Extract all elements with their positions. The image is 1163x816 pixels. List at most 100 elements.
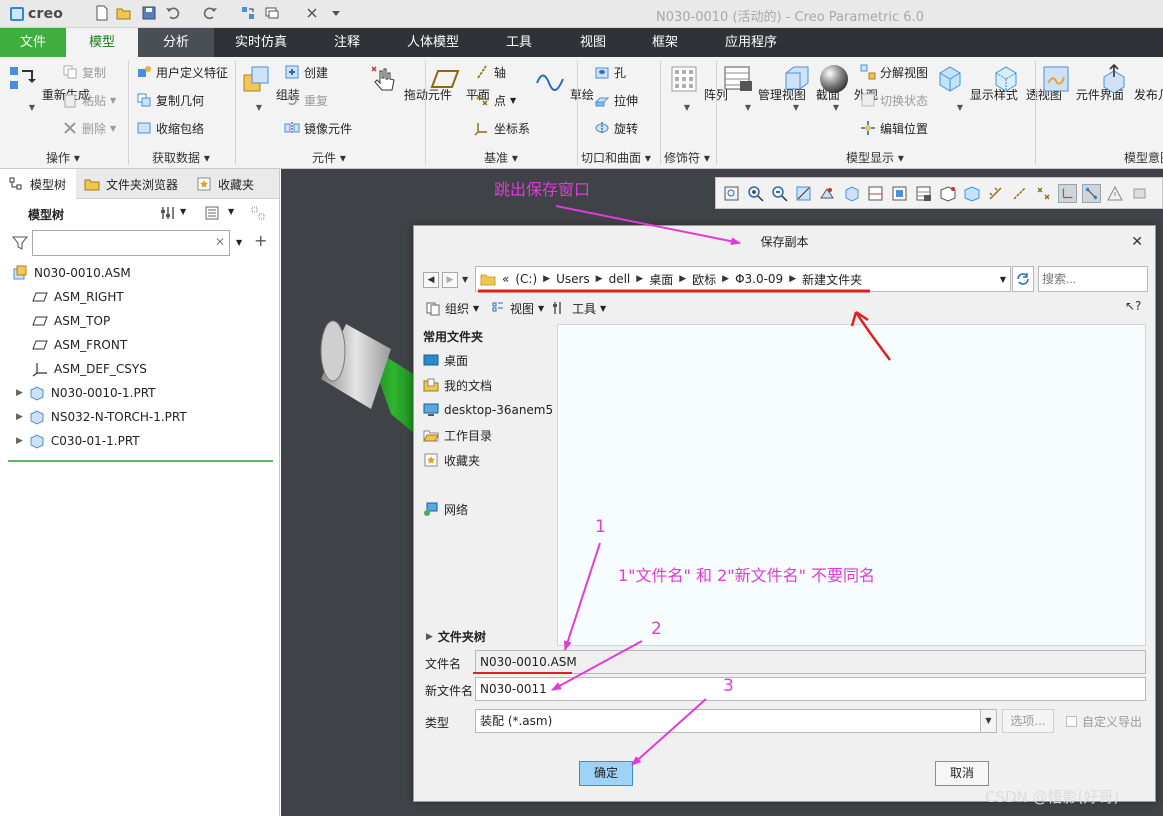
annotation-display-icon[interactable]	[1082, 183, 1101, 203]
manage-views-dropdown-icon[interactable]: ▼	[722, 103, 774, 113]
breadcrumb-chevron-icon[interactable]: ▶	[789, 274, 796, 284]
save-icon[interactable]	[141, 5, 157, 21]
folder-tree-toggle[interactable]: ▶ 文件夹树	[426, 628, 486, 645]
breadcrumb-chevron-icon[interactable]: ▶	[636, 274, 643, 284]
shaded-cube-icon[interactable]	[962, 184, 981, 203]
tree-item-csys[interactable]: ASM_DEF_CSYS	[32, 359, 147, 379]
tree-columns-icon[interactable]	[204, 205, 220, 221]
address-bar[interactable]: « (C:) ▶ Users ▶ dell ▶ 桌面 ▶ 欧标 ▶ Φ3.0-0…	[475, 266, 1011, 292]
edit-position-button[interactable]: 编辑位置	[860, 119, 928, 137]
clear-filter-icon[interactable]: ✕	[215, 235, 225, 249]
section-dropdown-icon[interactable]: ▼	[780, 103, 812, 113]
nav-item-desktop[interactable]: 桌面	[423, 350, 468, 370]
tab-favorites[interactable]: 收藏夹	[188, 169, 268, 199]
tree-item-datum-plane[interactable]: ASM_RIGHT	[32, 287, 124, 307]
group-component-label[interactable]: 元件 ▾	[312, 149, 346, 166]
publish-geometry-button[interactable]: 发布几何	[1098, 63, 1163, 103]
group-datum-label[interactable]: 基准 ▾	[484, 149, 518, 166]
section-button[interactable]: 截面 ▼	[780, 63, 840, 113]
display-style-icon[interactable]	[890, 184, 909, 203]
breadcrumb-item[interactable]: Φ3.0-09	[735, 272, 783, 286]
breadcrumb-item[interactable]: Users	[556, 272, 590, 286]
tree-item-part[interactable]: ▶ NS032-N-TORCH-1.PRT	[16, 407, 187, 427]
sketch-button[interactable]: 草绘	[534, 63, 594, 103]
breadcrumb-item[interactable]: dell	[609, 272, 631, 286]
breadcrumb-chevron-icon[interactable]: ▶	[722, 274, 729, 284]
assemble-button[interactable]: 组装 ▼	[240, 63, 300, 113]
datum-display-icon[interactable]	[986, 184, 1005, 203]
tab-framework[interactable]: 框架	[628, 28, 702, 57]
group-get-data-label[interactable]: 获取数据 ▾	[152, 149, 210, 166]
undo-icon[interactable]	[165, 5, 181, 21]
tree-item-part[interactable]: ▶ C030-01-1.PRT	[16, 431, 140, 451]
tab-analysis[interactable]: 分析	[138, 28, 214, 57]
history-dropdown-icon[interactable]: ▼	[462, 275, 468, 284]
tab-annotate[interactable]: 注释	[308, 28, 386, 57]
mirror-component-button[interactable]: 镜像元件	[284, 119, 352, 137]
custom-export-checkbox[interactable]: 自定义导出	[1066, 713, 1142, 730]
more-tools-icon[interactable]	[1130, 184, 1149, 203]
search-input[interactable]	[1038, 266, 1148, 292]
extrude-button[interactable]: 拉伸	[594, 91, 638, 109]
tab-model[interactable]: 模型	[66, 28, 138, 57]
nav-item-favorites[interactable]: 收藏夹	[423, 450, 480, 470]
csys-button[interactable]: 坐标系	[474, 119, 530, 137]
copy-geometry-button[interactable]: 复制几何	[136, 91, 204, 109]
breadcrumb-chevron-icon[interactable]: ▶	[543, 274, 550, 284]
nav-item-my-documents[interactable]: 我的文档	[423, 375, 492, 395]
perspective-icon[interactable]	[938, 184, 957, 203]
group-cut-surface-label[interactable]: 切口和曲面 ▾	[581, 149, 651, 166]
explode-view-button[interactable]: 分解视图	[860, 63, 928, 81]
address-dropdown-icon[interactable]: ▼	[1000, 275, 1006, 284]
breadcrumb-chevron-icon[interactable]: ▶	[596, 274, 603, 284]
tab-view[interactable]: 视图	[558, 28, 628, 57]
repaint-icon[interactable]	[794, 184, 813, 203]
tab-folder-browser[interactable]: 文件夹浏览器	[76, 169, 188, 199]
breadcrumb-chevron-icon[interactable]: ▶	[679, 274, 686, 284]
pattern-button[interactable]: 阵列 ▼	[668, 63, 728, 113]
hole-button[interactable]: 孔	[594, 63, 626, 81]
paste-button[interactable]: 粘贴 ▼	[62, 91, 116, 109]
appearance-button[interactable]: 外观 ▼	[818, 63, 878, 113]
expand-arrow-icon[interactable]: ▶	[16, 388, 23, 398]
point-button[interactable]: 点 ▼	[474, 91, 516, 109]
pattern-dropdown-icon[interactable]: ▼	[668, 103, 706, 113]
breadcrumb-overflow[interactable]: «	[502, 272, 509, 286]
windows-icon[interactable]	[264, 5, 280, 21]
tree-filter-options-icon[interactable]	[250, 205, 266, 221]
repeat-button[interactable]: 重复	[284, 91, 328, 109]
tab-realtime-simulation[interactable]: 实时仿真	[214, 28, 308, 57]
breadcrumb-item[interactable]: 欧标	[692, 271, 716, 288]
section-view-icon[interactable]	[866, 184, 885, 203]
filter-dropdown-icon[interactable]: ▼	[236, 238, 242, 247]
display-style-dropdown-icon[interactable]: ▼	[934, 103, 986, 113]
tree-columns-dropdown-icon[interactable]: ▼	[228, 207, 234, 216]
view-manager-icon[interactable]	[914, 184, 933, 203]
ok-button[interactable]: 确定	[579, 761, 633, 786]
nav-item-computer[interactable]: desktop-36anem5	[423, 400, 553, 420]
tree-item-datum-plane[interactable]: ASM_FRONT	[32, 335, 127, 355]
breadcrumb-item[interactable]: 桌面	[649, 271, 673, 288]
group-model-intent-label[interactable]: 模型意图	[1124, 149, 1163, 166]
tree-settings-dropdown-icon[interactable]: ▼	[180, 207, 186, 216]
saved-views-icon[interactable]	[842, 184, 861, 203]
zoom-in-icon[interactable]	[746, 184, 765, 203]
regenerate-dropdown-icon[interactable]: ▼	[6, 103, 58, 113]
new-file-icon[interactable]	[94, 5, 110, 21]
zoom-out-icon[interactable]	[770, 184, 789, 203]
open-folder-icon[interactable]	[116, 5, 132, 21]
udf-button[interactable]: 用户定义特征	[136, 63, 228, 81]
warning-triangle-icon[interactable]	[1106, 184, 1125, 203]
expand-arrow-icon[interactable]: ▶	[16, 436, 23, 446]
customize-toolbar-icon[interactable]	[328, 5, 344, 21]
breadcrumb-item[interactable]: (C:)	[515, 272, 537, 286]
expand-arrow-icon[interactable]: ▶	[16, 412, 23, 422]
create-component-button[interactable]: 创建	[284, 63, 328, 81]
point-display-icon[interactable]	[1034, 184, 1053, 203]
group-modifiers-label[interactable]: 修饰符 ▾	[664, 149, 710, 166]
shrinkwrap-button[interactable]: 收缩包络	[136, 119, 204, 137]
file-list-area[interactable]	[557, 324, 1146, 646]
forward-arrow-icon[interactable]: ▶	[442, 272, 458, 288]
3d-model[interactable]	[311, 309, 421, 449]
back-arrow-icon[interactable]: ◀	[423, 272, 439, 288]
